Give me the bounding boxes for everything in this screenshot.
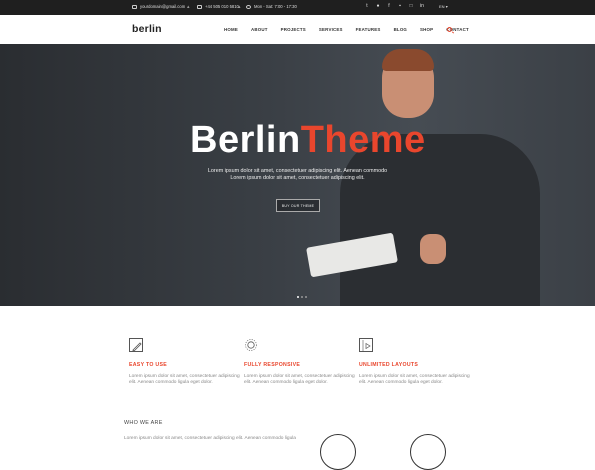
twitter-icon[interactable]: t bbox=[364, 3, 370, 9]
language-selector[interactable]: EN ▾ bbox=[439, 4, 448, 9]
who-we-are-heading: WHO WE ARE bbox=[124, 420, 163, 426]
divider: ▴ bbox=[187, 4, 190, 10]
feature-title: UNLIMITED LAYOUTS bbox=[359, 362, 419, 368]
settings-icon bbox=[244, 338, 258, 352]
hero-subtitle-line-2: Lorem ipsum dolor sit amet, consectetuer… bbox=[230, 175, 365, 181]
social-links: t ● f ▪ □ in bbox=[364, 3, 425, 9]
facebook-icon[interactable]: f bbox=[386, 3, 392, 9]
feature-fully-responsive: FULLY RESPONSIVE Lorem ipsum dolor sit a… bbox=[244, 338, 364, 386]
nav-home[interactable]: HOME bbox=[224, 27, 238, 32]
main-nav: HOME ABOUT PROJECTS SERVICES FEATURES BL… bbox=[224, 27, 469, 32]
feature-unlimited-layouts: UNLIMITED LAYOUTS Lorem ipsum dolor sit … bbox=[359, 338, 479, 386]
pencil-icon bbox=[129, 338, 143, 352]
language-label: EN bbox=[439, 4, 445, 9]
nav-about[interactable]: ABOUT bbox=[251, 27, 268, 32]
feature-title: EASY TO USE bbox=[129, 362, 167, 368]
slider-dots bbox=[297, 296, 307, 298]
hero-slider: BerlinTheme Lorem ipsum dolor sit amet, … bbox=[0, 44, 595, 306]
search-icon[interactable] bbox=[447, 27, 452, 32]
email-info[interactable]: yourdomain@gmail.com bbox=[132, 4, 185, 9]
hero-title: BerlinTheme bbox=[190, 119, 426, 162]
hero-title-main: Berlin bbox=[190, 119, 301, 161]
feature-text: Lorem ipsum dolor sit amet, consectetuer… bbox=[359, 374, 470, 385]
hero-subtitle-line-1: Lorem ipsum dolor sit amet, consectetuer… bbox=[207, 168, 388, 174]
phone-info[interactable]: +44 505 010 5810 bbox=[197, 4, 239, 9]
top-bar: yourdomain@gmail.com ▴ +44 505 010 5810 … bbox=[0, 0, 595, 15]
nav-shop[interactable]: SHOP bbox=[420, 27, 433, 32]
slider-dot[interactable] bbox=[305, 296, 307, 298]
chevron-down-icon: ▾ bbox=[445, 4, 448, 9]
skill-circle bbox=[320, 434, 356, 470]
slider-dot[interactable] bbox=[301, 296, 303, 298]
feature-easy-to-use: EASY TO USE Lorem ipsum dolor sit amet, … bbox=[129, 338, 249, 386]
flickr-icon[interactable]: ▪ bbox=[397, 3, 403, 9]
dribbble-icon[interactable]: ● bbox=[375, 3, 381, 9]
hero-title-accent: Theme bbox=[300, 119, 426, 161]
buy-theme-button[interactable]: BUY OUR THEME bbox=[276, 199, 320, 212]
who-we-are-text: Lorem ipsum dolor sit amet, consectetuer… bbox=[124, 436, 296, 441]
slider-dot-active[interactable] bbox=[297, 296, 299, 298]
skill-circle bbox=[410, 434, 446, 470]
instagram-icon[interactable]: □ bbox=[408, 3, 414, 9]
linkedin-icon[interactable]: in bbox=[419, 3, 425, 9]
divider: ▴ bbox=[238, 4, 241, 10]
nav-projects[interactable]: PROJECTS bbox=[281, 27, 306, 32]
logo[interactable]: berlin bbox=[132, 23, 162, 35]
feature-title: FULLY RESPONSIVE bbox=[244, 362, 301, 368]
video-icon bbox=[359, 338, 373, 352]
hero-subtitle: Lorem ipsum dolor sit amet, consectetuer… bbox=[150, 168, 445, 182]
email-text: yourdomain@gmail.com bbox=[140, 4, 186, 9]
hero-hand bbox=[420, 234, 446, 264]
hero-person-hair bbox=[382, 49, 434, 71]
feature-text: Lorem ipsum dolor sit amet, consectetuer… bbox=[244, 374, 355, 385]
nav-features[interactable]: FEATURES bbox=[356, 27, 381, 32]
clock-icon bbox=[246, 4, 251, 9]
nav-blog[interactable]: BLOG bbox=[394, 27, 407, 32]
phone-text: +44 505 010 5810 bbox=[205, 4, 239, 9]
mail-icon bbox=[132, 4, 137, 9]
hours-info: Mon - Sat: 7:00 - 17:30 bbox=[246, 4, 297, 9]
nav-services[interactable]: SERVICES bbox=[319, 27, 343, 32]
header: berlin HOME ABOUT PROJECTS SERVICES FEAT… bbox=[0, 15, 595, 44]
hours-text: Mon - Sat: 7:00 - 17:30 bbox=[254, 4, 297, 9]
feature-text: Lorem ipsum dolor sit amet, consectetuer… bbox=[129, 374, 240, 385]
phone-icon bbox=[197, 4, 202, 9]
